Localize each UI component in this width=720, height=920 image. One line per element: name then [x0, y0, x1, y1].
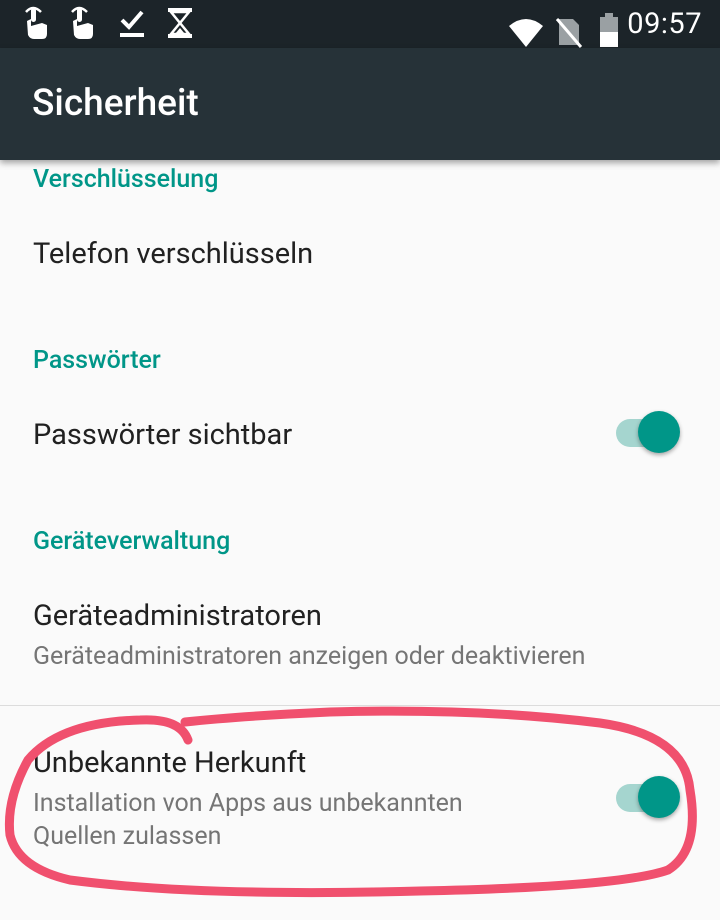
pref-unknown-sources-summary-line1: Installation von Apps aus unbekannten	[33, 789, 463, 818]
passwords-visible-switch[interactable]	[614, 411, 684, 455]
pref-encrypt-phone[interactable]: Telefon verschlüsseln	[33, 237, 313, 271]
app-bar: Sicherheit	[0, 48, 720, 160]
pref-device-admins[interactable]: Geräteadministratoren	[33, 599, 322, 633]
touch-hand-icon	[25, 6, 47, 39]
page-title: Sicherheit	[32, 82, 199, 125]
status-clock: 09:57	[627, 7, 702, 41]
pref-device-admins-summary: Geräteadministratoren anzeigen oder deak…	[33, 642, 586, 671]
battery-icon	[600, 13, 618, 47]
hourglass-icon	[168, 8, 192, 38]
section-header-encryption: Verschlüsselung	[33, 165, 219, 194]
switch-thumb	[638, 411, 680, 453]
download-done-icon	[120, 10, 144, 37]
unknown-sources-switch[interactable]	[614, 776, 684, 820]
pref-unknown-sources-summary-line2: Quellen zulassen	[33, 822, 222, 851]
touch-hand-icon	[71, 6, 93, 39]
pref-unknown-sources[interactable]: Unbekannte Herkunft	[33, 746, 306, 780]
settings-list[interactable]: Verschlüsselung Telefon verschlüsseln Pa…	[0, 160, 720, 920]
pref-passwords-visible[interactable]: Passwörter sichtbar	[33, 418, 292, 452]
section-header-device-admin: Geräteverwaltung	[33, 527, 231, 556]
section-header-passwords: Passwörter	[33, 346, 161, 375]
divider	[0, 705, 720, 706]
status-bar: 09:57	[0, 0, 720, 48]
switch-thumb	[638, 776, 680, 818]
